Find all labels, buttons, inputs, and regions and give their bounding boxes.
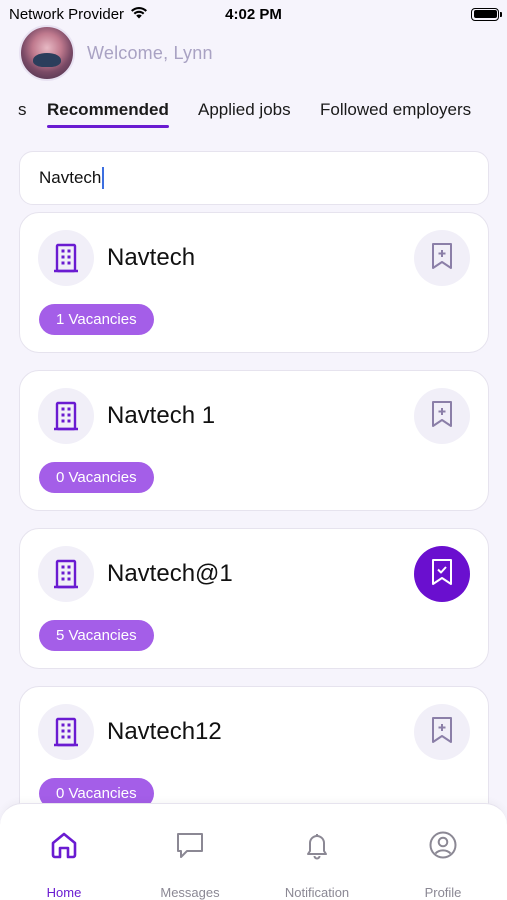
employer-name: Navtech 1 xyxy=(107,402,216,429)
text-caret xyxy=(102,167,105,189)
clock: 4:02 PM xyxy=(225,5,282,23)
bookmark-plus-icon xyxy=(429,241,455,276)
bookmark-plus-icon xyxy=(429,715,455,750)
bookmark-add-button[interactable] xyxy=(414,388,470,444)
employer-name: Navtech@1 xyxy=(107,560,233,587)
vacancy-badge[interactable]: 1 Vacancies xyxy=(39,304,154,335)
bell-icon xyxy=(302,830,332,865)
tab-recommended-label: Recommended xyxy=(47,100,169,119)
building-icon xyxy=(38,704,94,760)
employer-name: Navtech12 xyxy=(107,718,222,745)
tab-bar: s Recommended Applied jobs Followed empl… xyxy=(0,96,507,128)
tab-partial[interactable]: s xyxy=(18,100,27,120)
employer-card[interactable]: Navtech@1 5 Vacancies xyxy=(19,528,489,669)
bottom-nav: Home Messages Notification Profile xyxy=(0,803,507,900)
building-icon xyxy=(38,230,94,286)
employer-name: Navtech xyxy=(107,244,196,271)
tab-followed-employers[interactable]: Followed employers xyxy=(320,100,471,120)
nav-home[interactable]: Home xyxy=(14,830,114,900)
building-icon xyxy=(38,546,94,602)
bookmark-add-button[interactable] xyxy=(414,230,470,286)
status-bar: Network Provider 4:02 PM xyxy=(0,0,507,28)
nav-notification-label: Notification xyxy=(284,885,350,900)
nav-home-label: Home xyxy=(46,885,82,900)
nav-profile-label: Profile xyxy=(424,885,462,900)
bookmark-check-icon xyxy=(429,557,455,592)
header: Welcome, Lynn xyxy=(19,25,213,81)
nav-messages-label: Messages xyxy=(160,885,220,900)
employer-card[interactable]: Navtech 1 0 Vacancies xyxy=(19,370,489,511)
wifi-icon xyxy=(130,5,148,23)
nav-notification[interactable]: Notification xyxy=(267,830,367,900)
building-icon xyxy=(38,388,94,444)
nav-messages[interactable]: Messages xyxy=(140,830,240,900)
search-input-value: Navtech xyxy=(39,168,102,187)
bookmark-saved-button[interactable] xyxy=(414,546,470,602)
vacancy-badge[interactable]: 0 Vacancies xyxy=(39,462,154,493)
battery-icon xyxy=(471,7,502,21)
status-left: Network Provider xyxy=(9,5,148,23)
search-input[interactable]: Navtech xyxy=(19,151,489,205)
welcome-text: Welcome, Lynn xyxy=(87,42,213,63)
message-icon xyxy=(175,830,205,865)
bookmark-add-button[interactable] xyxy=(414,704,470,760)
nav-profile[interactable]: Profile xyxy=(393,830,493,900)
tab-applied-jobs[interactable]: Applied jobs xyxy=(198,100,291,120)
tab-recommended[interactable]: Recommended xyxy=(47,100,169,128)
vacancy-badge[interactable]: 5 Vacancies xyxy=(39,620,154,651)
home-icon xyxy=(49,830,79,865)
employer-card[interactable]: Navtech 1 Vacancies xyxy=(19,212,489,353)
avatar[interactable] xyxy=(19,25,75,81)
profile-icon xyxy=(428,830,458,865)
carrier-name: Network Provider xyxy=(9,5,125,23)
bookmark-plus-icon xyxy=(429,399,455,434)
tab-active-underline xyxy=(47,125,169,128)
